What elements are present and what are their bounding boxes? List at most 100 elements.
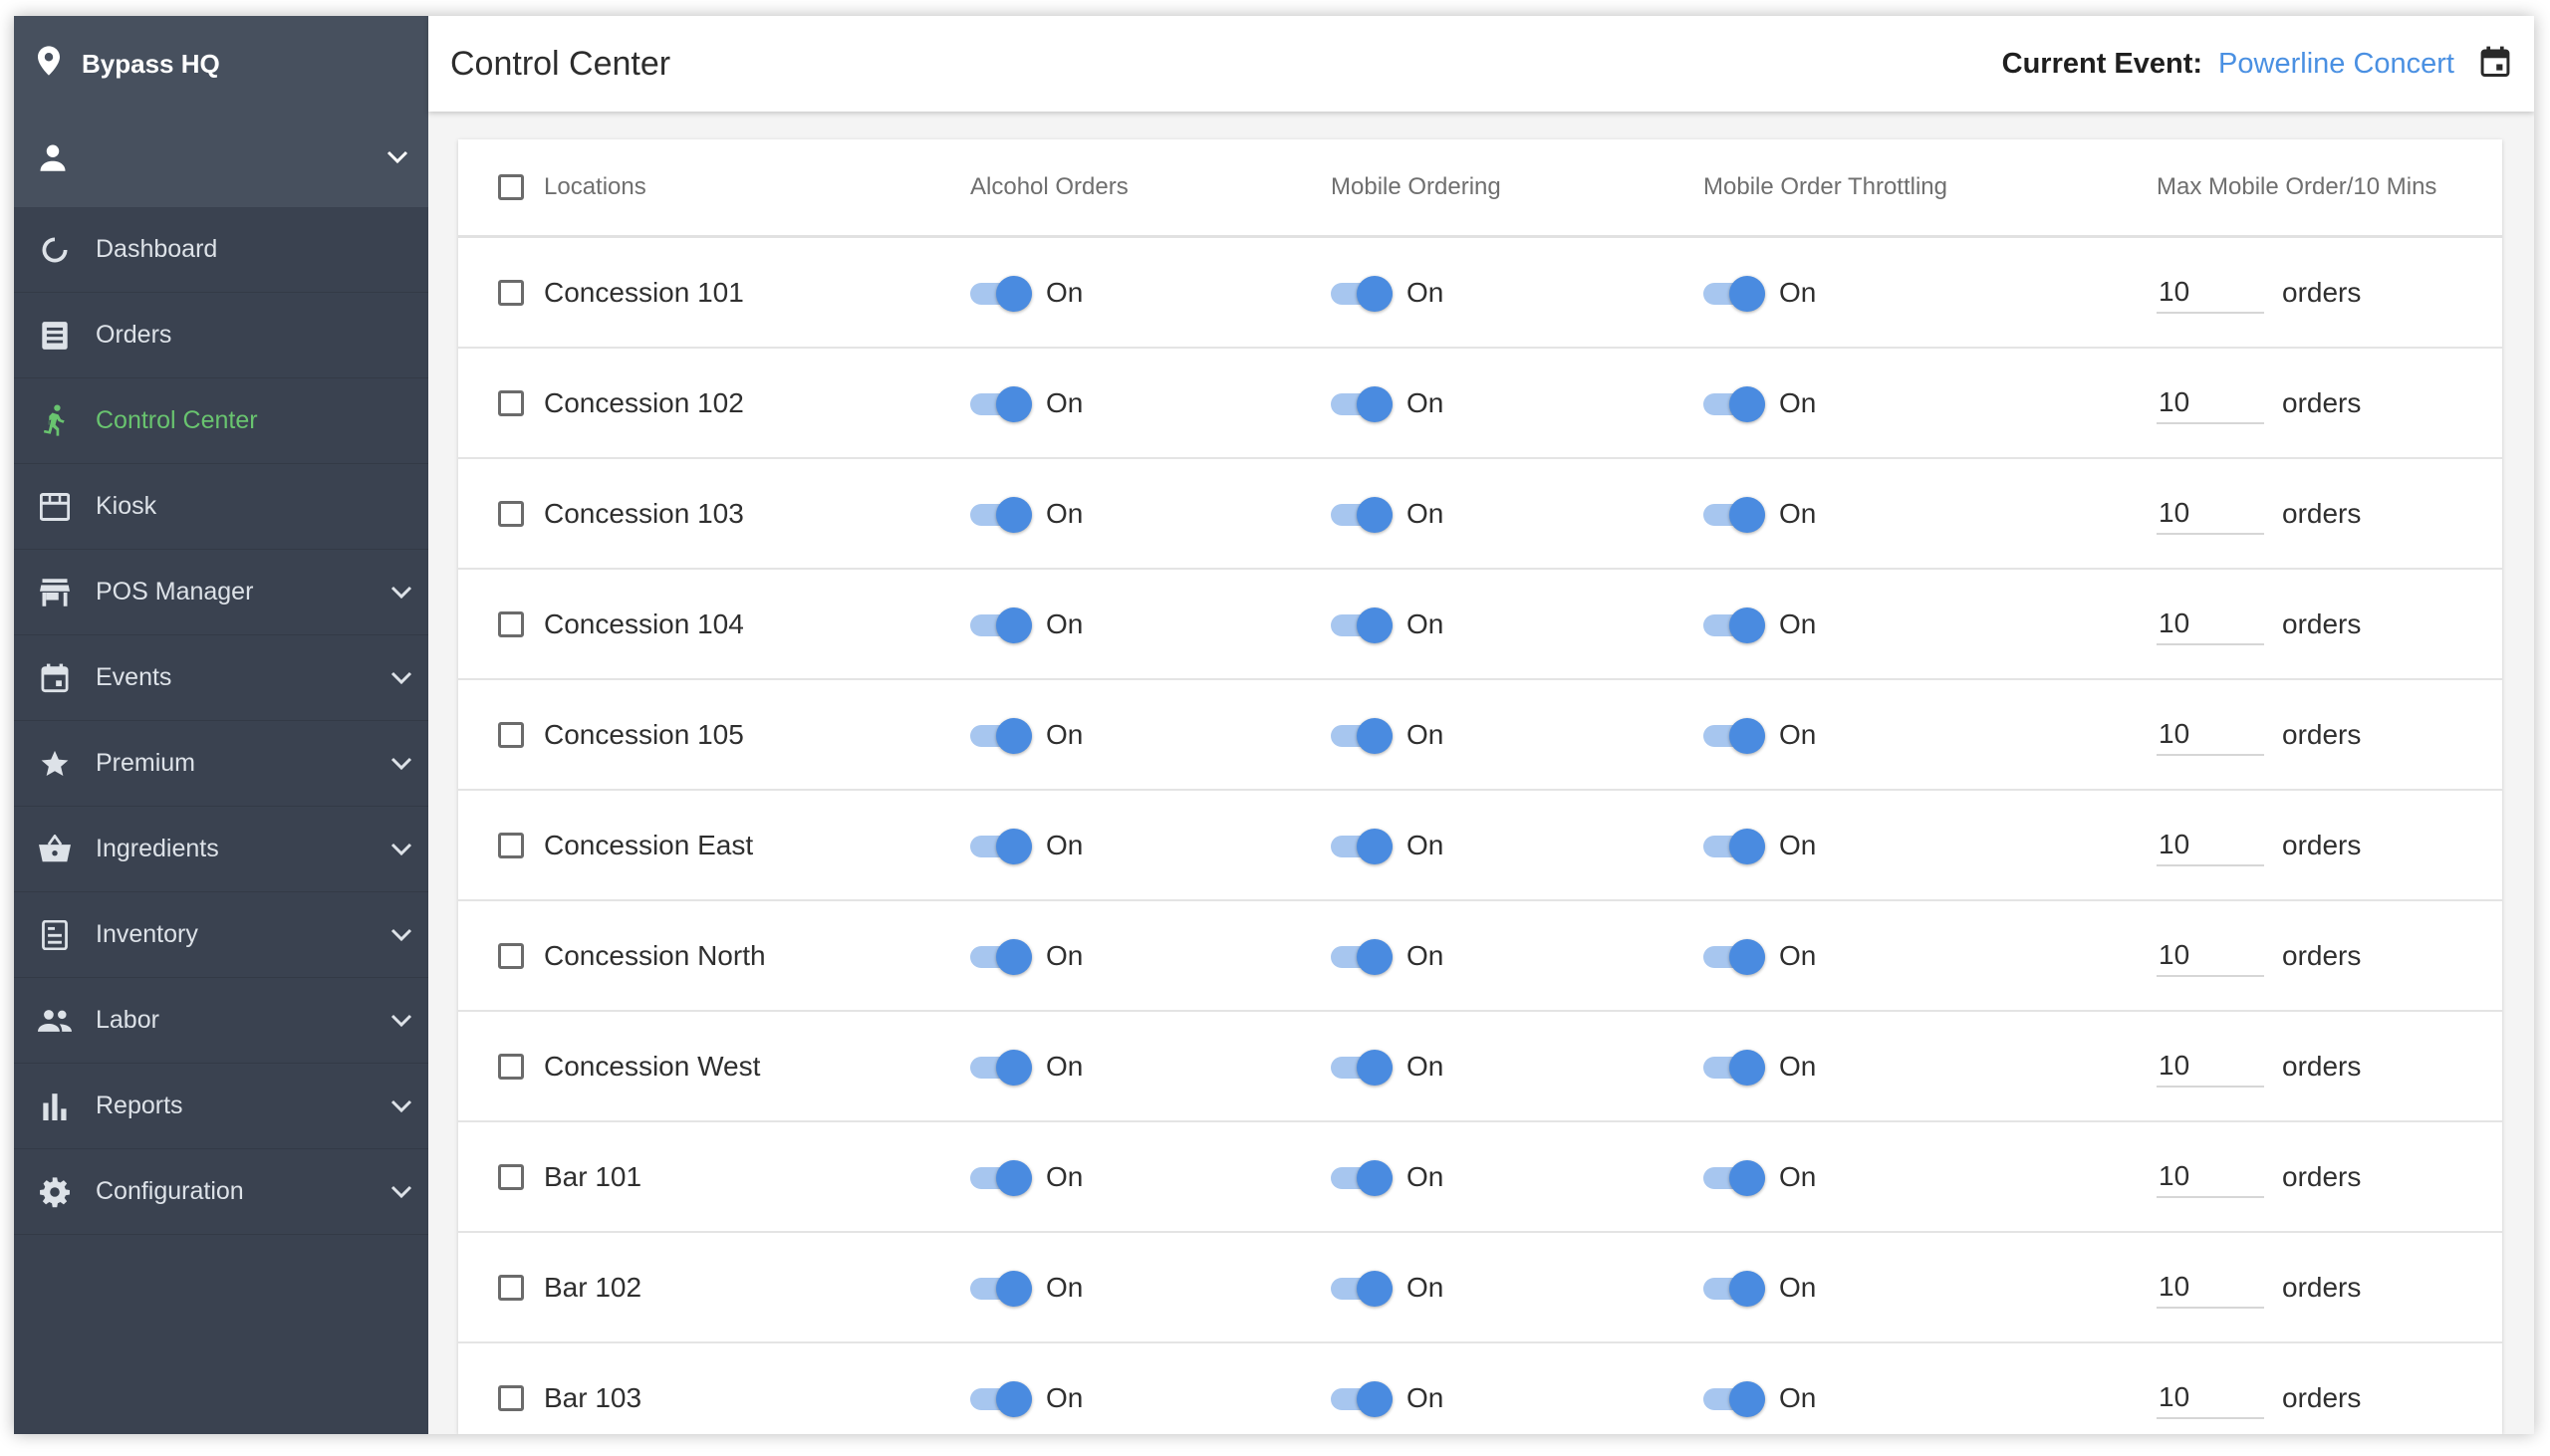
mobile-ordering-toggle[interactable] — [1331, 1048, 1395, 1086]
sidebar-item-control-center[interactable]: Control Center — [14, 378, 428, 464]
mobile-ordering-toggle[interactable] — [1331, 827, 1395, 864]
sidebar-item-label: Control Center — [96, 406, 258, 434]
user-avatar-icon — [38, 142, 68, 177]
sidebar-item-ingredients[interactable]: Ingredients — [14, 807, 428, 892]
select-all-checkbox[interactable] — [498, 174, 524, 200]
row-checkbox[interactable] — [498, 500, 524, 527]
alcohol-orders-toggle[interactable] — [970, 274, 1034, 312]
orders-unit-label: orders — [2282, 497, 2362, 529]
alcohol-orders-toggle[interactable] — [970, 937, 1034, 975]
toggle-state-label: On — [1779, 276, 1817, 308]
sidebar-item-labor[interactable]: Labor — [14, 978, 428, 1064]
mobile-ordering-toggle[interactable] — [1331, 1158, 1395, 1196]
alcohol-orders-toggle[interactable] — [970, 716, 1034, 754]
sidebar-item-inventory[interactable]: Inventory — [14, 892, 428, 978]
alcohol-orders-toggle[interactable] — [970, 1048, 1034, 1086]
mobile-throttling-toggle[interactable] — [1703, 716, 1767, 754]
location-cell: Concession East — [458, 830, 970, 861]
mobile-ordering-toggle[interactable] — [1331, 384, 1395, 422]
sidebar-item-orders[interactable]: Orders — [14, 293, 428, 378]
mobile-throttling-toggle[interactable] — [1703, 606, 1767, 643]
row-checkbox[interactable] — [498, 610, 524, 637]
max-orders-input[interactable] — [2157, 824, 2264, 866]
mobile-ordering-toggle[interactable] — [1331, 1379, 1395, 1417]
max-orders-input[interactable] — [2157, 1045, 2264, 1088]
mobile-ordering-toggle[interactable] — [1331, 716, 1395, 754]
mobile-ordering-toggle[interactable] — [1331, 937, 1395, 975]
row-checkbox[interactable] — [498, 1274, 524, 1301]
mobile-throttling-toggle[interactable] — [1703, 1379, 1767, 1417]
row-checkbox[interactable] — [498, 942, 524, 969]
sidebar-item-events[interactable]: Events — [14, 635, 428, 721]
max-orders-input[interactable] — [2157, 1266, 2264, 1309]
sidebar-item-kiosk[interactable]: Kiosk — [14, 464, 428, 550]
sidebar-item-dashboard[interactable]: Dashboard — [14, 207, 428, 293]
alcohol-orders-toggle[interactable] — [970, 827, 1034, 864]
toggle-state-label: On — [1779, 1381, 1817, 1413]
max-orders-input[interactable] — [2157, 492, 2264, 535]
chevron-down-icon — [390, 1092, 412, 1120]
sidebar-item-configuration[interactable]: Configuration — [14, 1149, 428, 1235]
max-orders-input[interactable] — [2157, 713, 2264, 756]
current-event-link[interactable]: Powerline Concert — [2218, 48, 2454, 81]
row-checkbox[interactable] — [498, 389, 524, 416]
throttling-cell: On — [1703, 937, 2157, 975]
max-orders-input[interactable] — [2157, 934, 2264, 977]
max-orders-input[interactable] — [2157, 1376, 2264, 1419]
mobile-throttling-toggle[interactable] — [1703, 274, 1767, 312]
mobile-ordering-toggle[interactable] — [1331, 1269, 1395, 1307]
throttling-cell: On — [1703, 827, 2157, 864]
mobile-throttling-toggle[interactable] — [1703, 827, 1767, 864]
alcohol-orders-toggle[interactable] — [970, 384, 1034, 422]
row-checkbox[interactable] — [498, 1053, 524, 1080]
column-header: Locations — [544, 173, 646, 200]
row-checkbox[interactable] — [498, 832, 524, 858]
alcohol-orders-toggle[interactable] — [970, 1269, 1034, 1307]
mobile-ordering-toggle[interactable] — [1331, 606, 1395, 643]
location-cell: Bar 101 — [458, 1161, 970, 1193]
sidebar-item-premium[interactable]: Premium — [14, 721, 428, 807]
row-checkbox[interactable] — [498, 721, 524, 748]
max-orders-cell: orders — [2157, 1266, 2502, 1309]
alcohol-orders-cell: On — [970, 1158, 1331, 1196]
location-name: Concession 101 — [544, 276, 744, 308]
mobile-throttling-toggle[interactable] — [1703, 937, 1767, 975]
mobile-ordering-toggle[interactable] — [1331, 495, 1395, 533]
list-icon — [38, 319, 72, 353]
top-bar: Control Center Current Event: Powerline … — [428, 16, 2534, 112]
chevron-down-icon — [390, 578, 412, 607]
sidebar-item-pos-manager[interactable]: POS Manager — [14, 550, 428, 635]
toggle-state-label: On — [1046, 829, 1084, 860]
mobile-ordering-cell: On — [1331, 1048, 1703, 1086]
sidebar-item-label: POS Manager — [96, 578, 254, 606]
mobile-throttling-toggle[interactable] — [1703, 1048, 1767, 1086]
chevron-down-icon[interactable] — [386, 150, 408, 169]
max-orders-input[interactable] — [2157, 603, 2264, 645]
row-checkbox[interactable] — [498, 1384, 524, 1411]
mobile-throttling-toggle[interactable] — [1703, 495, 1767, 533]
row-checkbox[interactable] — [498, 279, 524, 306]
max-orders-input[interactable] — [2157, 381, 2264, 424]
refresh-circle-icon — [38, 233, 72, 267]
mobile-throttling-toggle[interactable] — [1703, 1269, 1767, 1307]
toggle-state-label: On — [1406, 497, 1444, 529]
mobile-throttling-toggle[interactable] — [1703, 384, 1767, 422]
mobile-ordering-toggle[interactable] — [1331, 274, 1395, 312]
row-checkbox[interactable] — [498, 1163, 524, 1190]
user-menu[interactable] — [14, 112, 428, 207]
mobile-throttling-toggle[interactable] — [1703, 1158, 1767, 1196]
max-orders-input[interactable] — [2157, 1155, 2264, 1198]
sidebar-item-reports[interactable]: Reports — [14, 1064, 428, 1149]
alcohol-orders-toggle[interactable] — [970, 495, 1034, 533]
orders-unit-label: orders — [2282, 607, 2362, 639]
people-icon — [38, 1004, 72, 1038]
alcohol-orders-toggle[interactable] — [970, 606, 1034, 643]
table-row: Concession 103 On On On orders — [458, 459, 2502, 570]
calendar-icon[interactable] — [2480, 46, 2510, 83]
alcohol-orders-toggle[interactable] — [970, 1158, 1034, 1196]
table-row: Concession 105 On On On orders — [458, 680, 2502, 791]
alcohol-orders-toggle[interactable] — [970, 1379, 1034, 1417]
max-orders-input[interactable] — [2157, 271, 2264, 314]
alcohol-orders-cell: On — [970, 1048, 1331, 1086]
venue-selector[interactable]: Bypass HQ — [14, 16, 428, 112]
